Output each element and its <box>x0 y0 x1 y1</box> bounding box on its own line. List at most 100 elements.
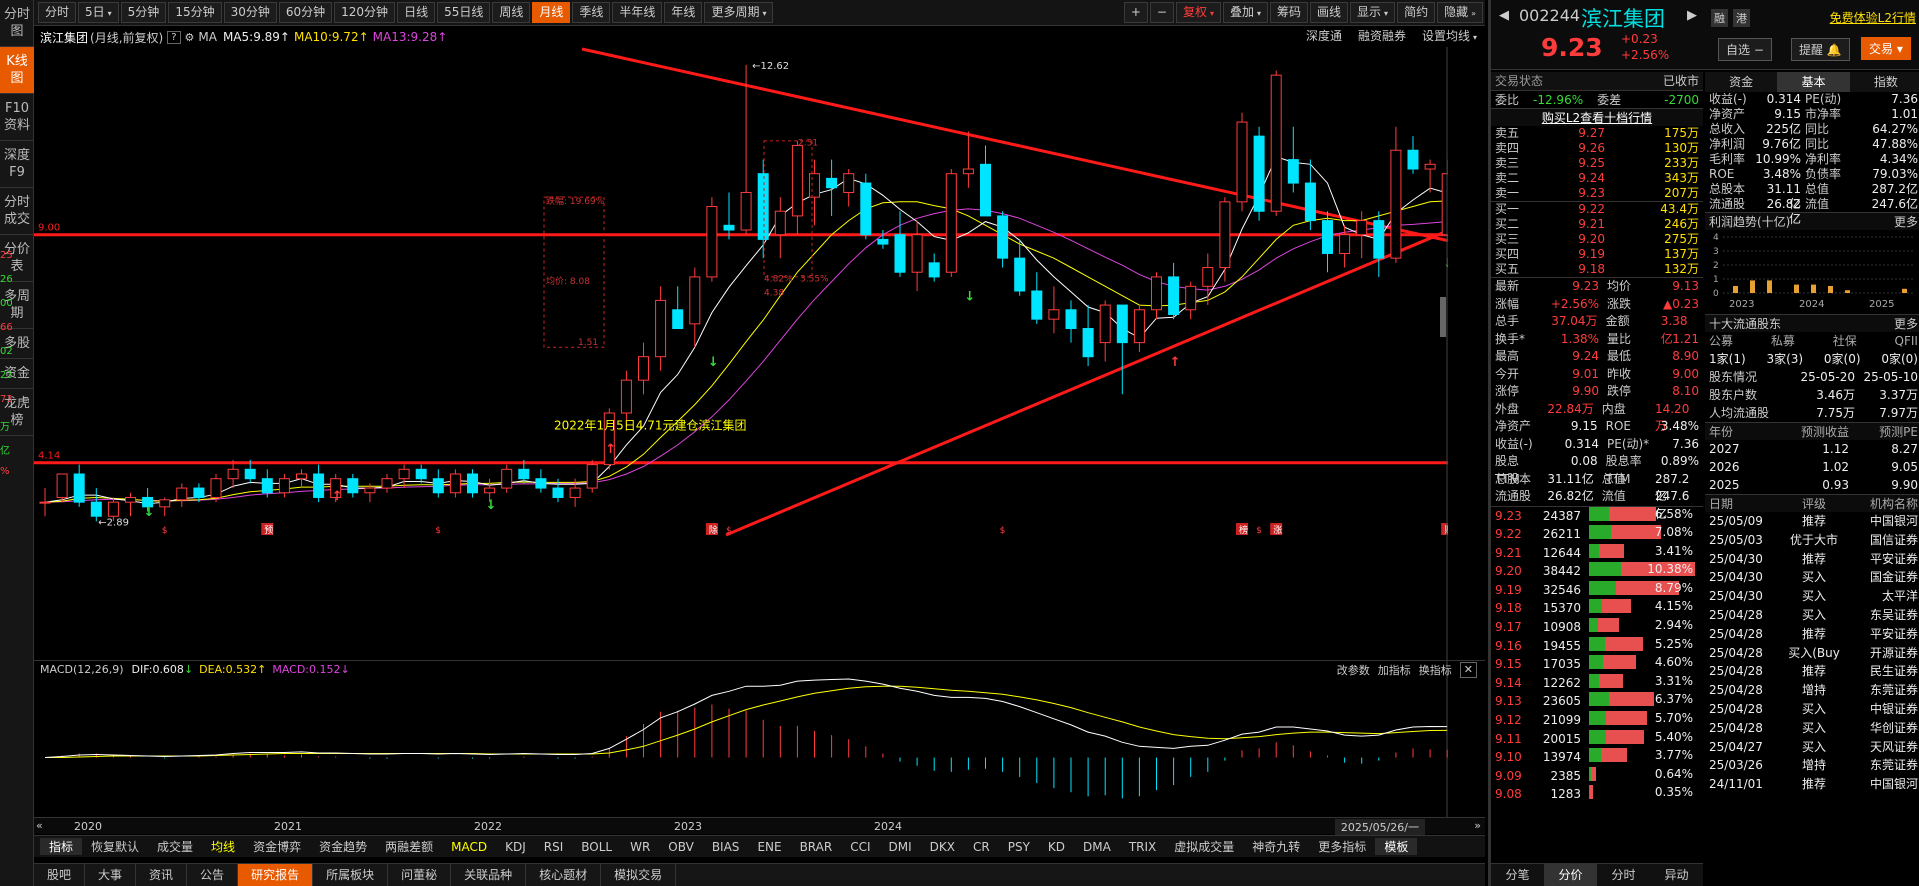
zixuan-button[interactable]: 自选 − <box>1718 38 1772 61</box>
candle[interactable] <box>1116 304 1128 395</box>
candle[interactable] <box>1356 211 1368 259</box>
chart-header-link-1[interactable]: 融资融券 <box>1358 27 1406 44</box>
candle[interactable] <box>706 197 718 282</box>
candle[interactable] <box>655 286 667 371</box>
rating-row[interactable]: 25/04/28 增持 东莞证券 <box>1705 681 1919 700</box>
period-button-11[interactable]: 季线 <box>572 2 611 23</box>
bottom-tab-0[interactable]: 股吧 <box>34 863 86 886</box>
distribution-row[interactable]: 9.08 1283 0.35% <box>1491 785 1703 804</box>
period-button-9[interactable]: 周线 <box>492 2 531 23</box>
bottom-tab-3[interactable]: 公告 <box>187 863 239 886</box>
holders-tab-1[interactable]: 私募 <box>1771 332 1795 350</box>
period-button-1[interactable]: 5日 ▾ <box>78 2 119 23</box>
indicator-tab-4[interactable]: 资金博弈 <box>244 838 310 855</box>
bottom-tab-2[interactable]: 资讯 <box>136 863 188 886</box>
help-icon[interactable]: ? <box>167 30 181 44</box>
scroll-left-icon[interactable]: « <box>36 819 43 832</box>
indicator-tab-19[interactable]: CR <box>964 840 999 854</box>
fund-tab-1[interactable]: 基本 <box>1777 72 1850 92</box>
candle[interactable] <box>1202 253 1214 306</box>
sidebar-tab-4[interactable]: 分时成交 <box>0 188 34 235</box>
period-button-8[interactable]: 55日线 <box>437 2 491 23</box>
scroll-right-icon[interactable]: » <box>1474 819 1481 832</box>
rating-row[interactable]: 25/05/03 优于大市 国信证券 <box>1705 531 1919 550</box>
macd-action-2[interactable]: 换指标 <box>1419 662 1452 678</box>
candle[interactable] <box>1031 272 1043 324</box>
indicator-tab-6[interactable]: 两融差额 <box>376 838 442 855</box>
bottom-tab-4[interactable]: 研究报告 <box>238 863 314 886</box>
distribution-row[interactable]: 9.19 32546 8.79% <box>1491 580 1703 600</box>
candle[interactable] <box>125 492 136 517</box>
candle[interactable] <box>176 483 188 507</box>
indicator-tab-23[interactable]: TRIX <box>1120 840 1165 854</box>
indicator-tab-24[interactable]: 虚拟成交量 <box>1165 838 1243 855</box>
candle[interactable] <box>1304 159 1316 230</box>
period-button-10[interactable]: 月线 <box>532 2 571 23</box>
rating-row[interactable]: 25/04/27 买入 天风证券 <box>1705 738 1919 757</box>
quote-bottom-tab-0[interactable]: 分笔 <box>1491 864 1544 886</box>
event-marker[interactable]: 除 <box>709 524 718 536</box>
rating-row[interactable]: 25/04/30 买入 国金证券 <box>1705 568 1919 587</box>
indicator-tab-5[interactable]: 资金趋势 <box>310 838 376 855</box>
indicator-tab-26[interactable]: 更多指标 <box>1309 838 1375 855</box>
rating-row[interactable]: 25/03/26 增持 东莞证券 <box>1705 756 1919 775</box>
tag-rong[interactable]: 融 <box>1711 9 1728 27</box>
indicator-tab-1[interactable]: 恢复默认 <box>82 838 148 855</box>
candle[interactable] <box>398 464 410 489</box>
candle[interactable] <box>757 159 769 259</box>
macd-action-1[interactable]: 加指标 <box>1378 662 1411 678</box>
distribution-row[interactable]: 9.10 13974 3.77% <box>1491 748 1703 767</box>
indicator-tab-7[interactable]: MACD <box>442 840 496 854</box>
candle[interactable] <box>997 211 1009 268</box>
indicator-tab-17[interactable]: DMI <box>880 840 921 854</box>
candle[interactable] <box>1082 305 1094 367</box>
bottom-tab-9[interactable]: 模拟交易 <box>601 863 677 886</box>
rating-row[interactable]: 25/04/28 推荐 平安证券 <box>1705 625 1919 644</box>
distribution-row[interactable]: 9.22 26211 7.08% <box>1491 525 1703 544</box>
candle[interactable] <box>1253 126 1265 221</box>
distribution-row[interactable]: 9.23 24387 6.58% <box>1491 506 1703 526</box>
period-button-5[interactable]: 60分钟 <box>278 2 333 23</box>
candle[interactable] <box>723 192 735 240</box>
bottom-tab-7[interactable]: 关联品种 <box>451 863 527 886</box>
settings-icon[interactable]: ⚙ <box>185 31 195 44</box>
candle[interactable] <box>894 211 906 277</box>
distribution-row[interactable]: 9.18 15370 4.15% <box>1491 599 1703 618</box>
candle[interactable] <box>774 197 786 259</box>
period-button-2[interactable]: 5分钟 <box>120 2 167 23</box>
macd-action-0[interactable]: 改参数 <box>1337 662 1370 678</box>
candle[interactable] <box>1065 300 1077 343</box>
distribution-row[interactable]: 9.14 12262 3.31% <box>1491 673 1703 693</box>
rating-row[interactable]: 25/04/28 推荐 民生证券 <box>1705 662 1919 681</box>
rating-row[interactable]: 25/04/30 买入 太平洋 <box>1705 587 1919 606</box>
candle[interactable] <box>809 159 820 226</box>
prev-stock-icon[interactable]: ◀ <box>1499 8 1509 23</box>
candle[interactable] <box>210 474 222 503</box>
candle[interactable] <box>56 473 68 503</box>
candle[interactable] <box>911 220 923 291</box>
chart-header-link-0[interactable]: 深度通 <box>1306 27 1342 44</box>
chart-scroll-handle[interactable] <box>1440 297 1446 337</box>
indicator-tab-9[interactable]: RSI <box>535 840 573 854</box>
candle[interactable] <box>278 474 290 498</box>
candle[interactable] <box>843 169 855 207</box>
indicator-tab-13[interactable]: BIAS <box>703 840 749 854</box>
candle[interactable] <box>1373 211 1385 277</box>
toolbar-right-button-1[interactable]: − <box>1149 2 1174 23</box>
event-marker[interactable]: 预 <box>264 525 273 536</box>
indicator-tab-8[interactable]: KDJ <box>496 840 535 854</box>
candle[interactable] <box>1219 197 1231 282</box>
candle[interactable] <box>1236 112 1248 212</box>
candle[interactable] <box>501 464 513 493</box>
event-marker[interactable]: $ <box>1000 526 1006 536</box>
candle[interactable] <box>740 64 752 235</box>
candle[interactable] <box>39 488 51 517</box>
free-l2-link[interactable]: 免费体验L2行情 <box>1830 9 1916 26</box>
distribution-row[interactable]: 9.15 17035 4.60% <box>1491 655 1703 674</box>
indicator-tab-18[interactable]: DKX <box>921 840 964 854</box>
event-marker[interactable]: $ <box>1256 526 1262 536</box>
toolbar-right-button-8[interactable]: 隐藏» <box>1437 2 1483 23</box>
candle[interactable] <box>73 464 85 507</box>
rating-row[interactable]: 25/04/30 推荐 平安证券 <box>1705 550 1919 569</box>
indicator-tab-20[interactable]: PSY <box>999 840 1039 854</box>
